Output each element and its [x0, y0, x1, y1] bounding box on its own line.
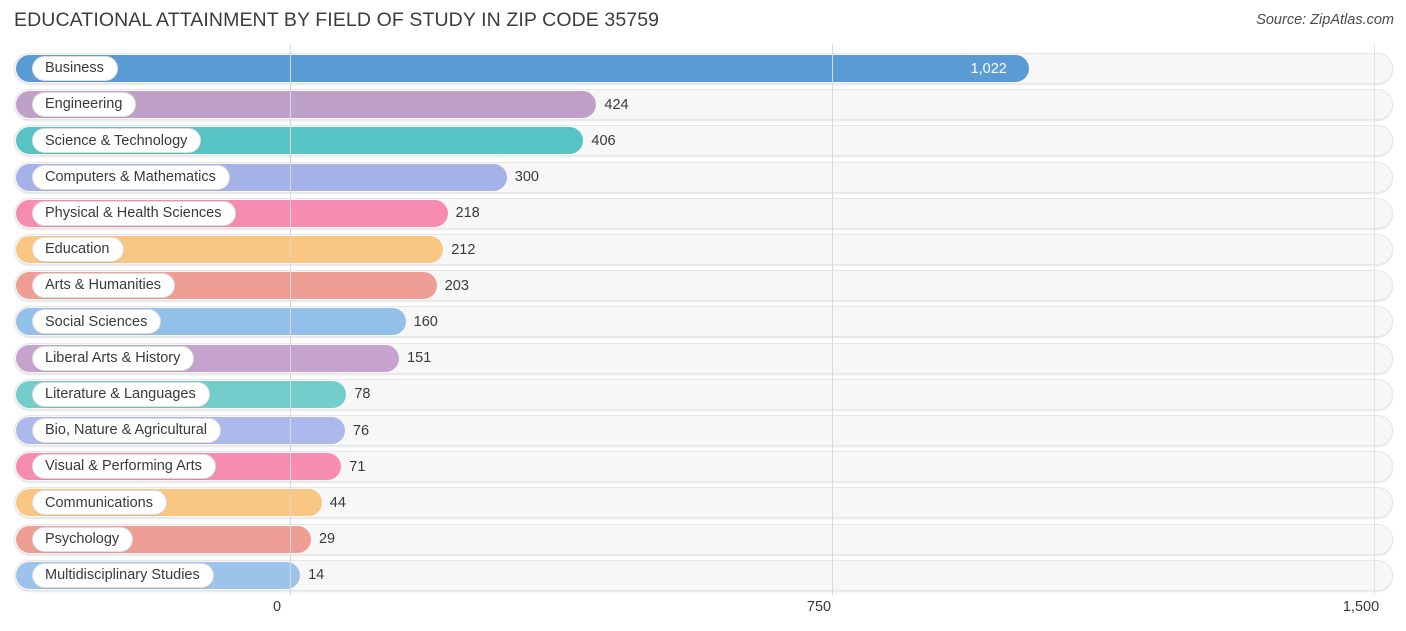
category-label: Social Sciences — [45, 313, 148, 330]
bar-row[interactable]: Computers & Mathematics 300 — [14, 161, 1393, 193]
bar-row[interactable]: Bio, Nature & Agricultural 76 — [14, 415, 1393, 446]
category-label-pill: Business — [32, 56, 118, 81]
bar-value-label: 151 — [407, 350, 432, 367]
x-tick-label: 1,500 — [1342, 599, 1380, 615]
bar-value-label: 1,022 — [970, 60, 1007, 77]
category-label-pill: Visual & Performing Arts — [32, 454, 216, 480]
bar-value-label: 44 — [329, 494, 346, 511]
bar[interactable] — [16, 55, 1029, 82]
category-label: Bio, Nature & Agricultural — [45, 422, 207, 439]
category-label: Literature & Languages — [45, 386, 196, 403]
bar-row[interactable]: Science & Technology 406 — [14, 125, 1393, 157]
bar-value-label: 424 — [604, 96, 629, 113]
source-attribution: Source: ZipAtlas.com — [1256, 12, 1394, 28]
category-label: Multidisciplinary Studies — [45, 567, 200, 584]
bar-value-label: 406 — [591, 132, 616, 149]
gridline-750 — [832, 44, 833, 595]
page-title: EDUCATIONAL ATTAINMENT BY FIELD OF STUDY… — [14, 9, 660, 31]
x-tick-label: 750 — [806, 599, 832, 615]
category-label: Visual & Performing Arts — [45, 458, 202, 475]
category-label: Communications — [45, 494, 153, 511]
category-label-pill: Engineering — [32, 92, 137, 118]
x-axis: 0 750 1,500 — [0, 595, 1406, 631]
category-label: Education — [45, 241, 110, 258]
category-label-pill: Computers & Mathematics — [32, 164, 230, 190]
category-label: Engineering — [45, 96, 123, 113]
category-label-pill: Communications — [32, 490, 167, 516]
x-tick-label: 0 — [272, 599, 282, 615]
category-label: Arts & Humanities — [45, 277, 162, 294]
bar-value-label: 78 — [354, 386, 371, 403]
chart-plot-area: Business 1,022 Engineering 424 Science & Tec… — [0, 44, 1406, 595]
category-label-pill: Bio, Nature & Agricultural — [32, 418, 221, 443]
category-label: Liberal Arts & History — [45, 349, 181, 366]
bar-row[interactable]: Literature & Languages 78 — [14, 378, 1393, 410]
category-label-pill: Arts & Humanities — [32, 273, 176, 299]
gridline-1500 — [1374, 44, 1375, 595]
bar-row[interactable]: Arts & Humanities 203 — [14, 270, 1393, 302]
bar-value-label: 300 — [514, 169, 539, 186]
category-label-pill: Literature & Languages — [32, 381, 210, 407]
bar-value-label: 212 — [451, 241, 476, 258]
category-label: Business — [45, 60, 104, 77]
category-label: Psychology — [45, 530, 120, 547]
category-label-pill: Science & Technology — [32, 128, 202, 154]
bar-value-label: 160 — [413, 313, 438, 330]
bar-value-label: 29 — [318, 531, 336, 548]
bar-row[interactable]: Communications 44 — [14, 487, 1393, 519]
category-label-pill: Multidisciplinary Studies — [32, 562, 214, 588]
category-label-pill: Education — [32, 237, 124, 262]
category-label: Physical & Health Sciences — [45, 205, 222, 222]
bar-row[interactable]: Education 212 — [14, 234, 1393, 265]
bar-value-label: 218 — [455, 205, 480, 222]
bar-row[interactable]: Social Sciences 160 — [14, 306, 1393, 338]
bar-row[interactable]: Physical & Health Sciences 218 — [14, 197, 1393, 229]
chart-page: EDUCATIONAL ATTAINMENT BY FIELD OF STUDY… — [0, 0, 1406, 631]
bar-row[interactable]: Psychology 29 — [14, 523, 1393, 555]
bar-value-label: 76 — [352, 422, 370, 439]
category-label-pill: Social Sciences — [32, 309, 162, 335]
bar-row[interactable]: Multidisciplinary Studies 14 — [14, 559, 1393, 591]
bar-value-label: 14 — [308, 567, 325, 584]
gridline-0 — [290, 44, 291, 595]
category-label-pill: Liberal Arts & History — [32, 345, 195, 371]
chart-header: EDUCATIONAL ATTAINMENT BY FIELD OF STUDY… — [0, 0, 1406, 44]
category-label: Computers & Mathematics — [45, 168, 216, 185]
category-label-pill: Physical & Health Sciences — [32, 200, 236, 226]
bar-row[interactable]: Visual & Performing Arts 71 — [14, 451, 1393, 483]
bar-row[interactable]: Liberal Arts & History 151 — [14, 342, 1393, 374]
category-label-pill: Psychology — [32, 526, 134, 552]
category-label: Science & Technology — [45, 132, 188, 149]
bar-value-label: 71 — [349, 458, 366, 475]
bar-row[interactable]: Business 1,022 — [14, 53, 1393, 84]
bar-row[interactable]: Engineering 424 — [14, 89, 1393, 121]
bar-value-label: 203 — [444, 277, 469, 294]
